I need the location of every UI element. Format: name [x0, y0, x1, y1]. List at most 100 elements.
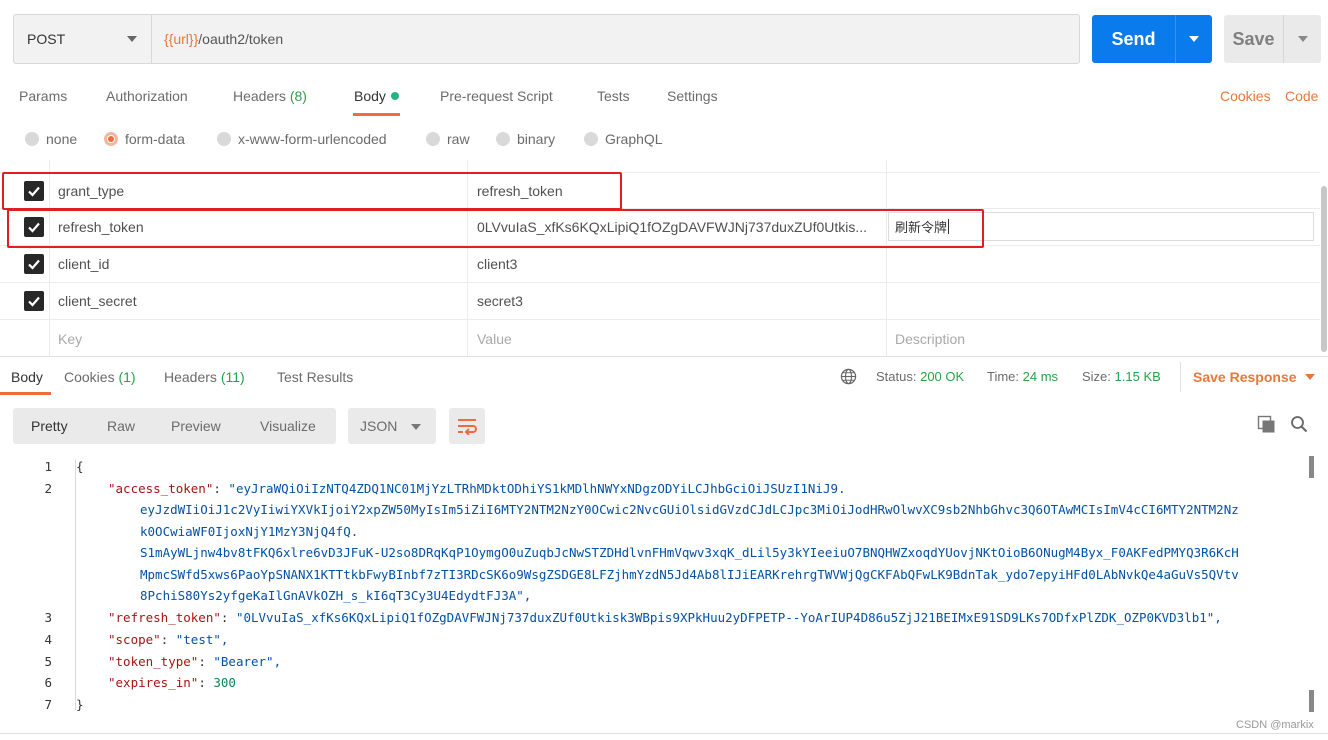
json-string: k0OCwiaWF0IjoxNjY1MzY3NjQ4fQ. [140, 524, 359, 539]
format-label: JSON [360, 418, 398, 434]
json-line: "token_type": "Bearer", [108, 654, 282, 669]
status-value: 200 OK [920, 369, 965, 384]
json-string: "0LVvuIaS_xfKs6KQxLipiQ1fOZgDAVFWJNj737d… [235, 610, 1222, 625]
radio-none[interactable]: none [25, 130, 77, 148]
response-tab-cookies[interactable]: Cookies (1) [64, 369, 136, 395]
radio-graphql-label: GraphQL [605, 131, 663, 147]
json-string-continued: eyJzdWIiOiJ1c2VyIiwiYXVkIjoiY2xpZW50MyIs… [140, 502, 1239, 517]
size-label: Size: [1082, 369, 1111, 384]
watermark: CSDN @markix [1236, 719, 1314, 731]
response-tab-body[interactable]: Body [0, 369, 51, 395]
save-label: Save [1232, 28, 1275, 49]
send-options-dropdown[interactable] [1176, 36, 1212, 42]
view-preview[interactable]: Preview [171, 418, 221, 434]
param-value[interactable]: client3 [477, 246, 517, 282]
active-dot-icon [390, 92, 399, 100]
format-select[interactable]: JSON [348, 408, 436, 444]
json-line: "refresh_token": "0LVvuIaS_xfKs6KQxLipiQ… [108, 610, 1222, 625]
json-key: "scope" [108, 632, 161, 647]
json-string: MpmcSWfd5xws6PaoYpSNANX1KTTtkbFwyBInbf7z… [140, 567, 1239, 582]
radio-form-data[interactable]: form-data [104, 130, 185, 148]
tab-headers-label: Headers [233, 88, 286, 104]
save-options-dropdown[interactable] [1284, 36, 1321, 42]
url-input[interactable]: {{url}}/oauth2/token [152, 15, 283, 63]
method-select[interactable]: POST [14, 15, 152, 63]
json-string: eyJzdWIiOiJ1c2VyIiwiYXVkIjoiY2xpZW50MyIs… [140, 502, 1239, 517]
line-number: 5 [44, 654, 52, 669]
param-checkbox[interactable] [24, 254, 44, 274]
new-description-input[interactable]: Description [895, 320, 965, 357]
save-response-button[interactable]: Save Response [1193, 369, 1315, 385]
radio-form-data-label: form-data [125, 131, 185, 147]
radio-icon [426, 132, 440, 146]
param-value[interactable]: secret3 [477, 283, 523, 319]
params-scrollbar[interactable] [1321, 186, 1327, 352]
json-line: "scope": "test", [108, 632, 229, 647]
search-icon[interactable] [1290, 415, 1308, 433]
url-variable: {{url}} [164, 31, 199, 47]
bottom-border [0, 733, 1328, 734]
view-visualize[interactable]: Visualize [260, 418, 316, 434]
json-string-continued: MpmcSWfd5xws6PaoYpSNANX1KTTtkbFwyBInbf7z… [140, 567, 1239, 582]
json-string-continued: k0OCwiaWF0IjoxNjY1MzY3NjQ4fQ. [140, 524, 358, 539]
time-value: 24 ms [1022, 369, 1059, 384]
request-tabs: Params Authorization Headers (8) Body Pr… [0, 86, 1328, 116]
json-key: "token_type" [108, 654, 199, 669]
json-string: 8PchiS80Ys2yfgeKaIlGnAVkOZH_s_kI6qT3Cy3U… [140, 588, 532, 603]
tab-headers[interactable]: Headers (8) [233, 86, 307, 116]
copy-icon[interactable] [1257, 415, 1277, 435]
wrap-lines-button[interactable] [449, 408, 485, 444]
json-close-brace: } [76, 697, 84, 712]
json-open-brace: { [76, 459, 84, 474]
tab-body[interactable]: Body [353, 86, 400, 116]
response-tab-test-results[interactable]: Test Results [277, 369, 353, 395]
new-value-input[interactable]: Value [477, 320, 512, 357]
radio-binary[interactable]: binary [496, 130, 555, 148]
view-raw[interactable]: Raw [107, 418, 135, 434]
radio-icon [25, 132, 39, 146]
json-string: "Bearer", [213, 654, 282, 669]
response-tab-cookies-label: Cookies [64, 369, 115, 385]
radio-icon [584, 132, 598, 146]
code-link[interactable]: Code [1285, 86, 1318, 106]
radio-selected-icon [104, 132, 118, 146]
json-string-continued: S1mAyWLjnw4bv8tFKQ6xlre6vD3JFuK-U2so8DRq… [140, 545, 1239, 560]
globe-icon[interactable] [840, 368, 857, 385]
line-number: 3 [44, 610, 52, 625]
view-pretty[interactable]: Pretty [31, 418, 68, 434]
response-tab-headers[interactable]: Headers (11) [164, 369, 245, 395]
time-info: Time: 24 ms [987, 369, 1058, 385]
json-line: "expires_in": 300 [108, 675, 236, 690]
wrap-icon [458, 419, 477, 435]
json-string-continued: 8PchiS80Ys2yfgeKaIlGnAVkOZH_s_kI6qT3Cy3U… [140, 588, 531, 603]
chevron-down-icon [1189, 36, 1199, 42]
save-button[interactable]: Save [1224, 15, 1321, 63]
radio-icon [496, 132, 510, 146]
param-key[interactable]: client_secret [58, 283, 137, 319]
code-gutter-line [75, 460, 76, 710]
tab-authorization[interactable]: Authorization [106, 86, 188, 116]
highlight-box [2, 172, 622, 210]
param-row: client_id client3 [0, 246, 1320, 283]
cookies-link[interactable]: Cookies [1220, 86, 1271, 106]
param-key[interactable]: client_id [58, 246, 109, 282]
tab-params[interactable]: Params [19, 86, 67, 116]
json-key: "expires_in" [108, 675, 199, 690]
code-scrollbar-thumb[interactable] [1309, 690, 1314, 712]
response-divider [0, 356, 1328, 357]
send-button[interactable]: Send [1092, 15, 1212, 63]
json-key: "refresh_token" [108, 610, 221, 625]
param-row: client_secret secret3 [0, 283, 1320, 320]
tab-settings[interactable]: Settings [667, 86, 718, 116]
radio-urlencoded[interactable]: x-www-form-urlencoded [217, 130, 387, 148]
new-key-input[interactable]: Key [58, 320, 82, 357]
radio-graphql[interactable]: GraphQL [584, 130, 663, 148]
json-key: "access_token" [108, 481, 214, 496]
tab-prerequest-script[interactable]: Pre-request Script [440, 86, 553, 116]
param-checkbox[interactable] [24, 291, 44, 311]
tab-tests[interactable]: Tests [597, 86, 630, 116]
size-value: 1.15 KB [1114, 369, 1161, 384]
save-response-label: Save Response [1193, 369, 1297, 385]
radio-raw[interactable]: raw [426, 130, 470, 148]
code-scrollbar-thumb[interactable] [1309, 456, 1314, 478]
